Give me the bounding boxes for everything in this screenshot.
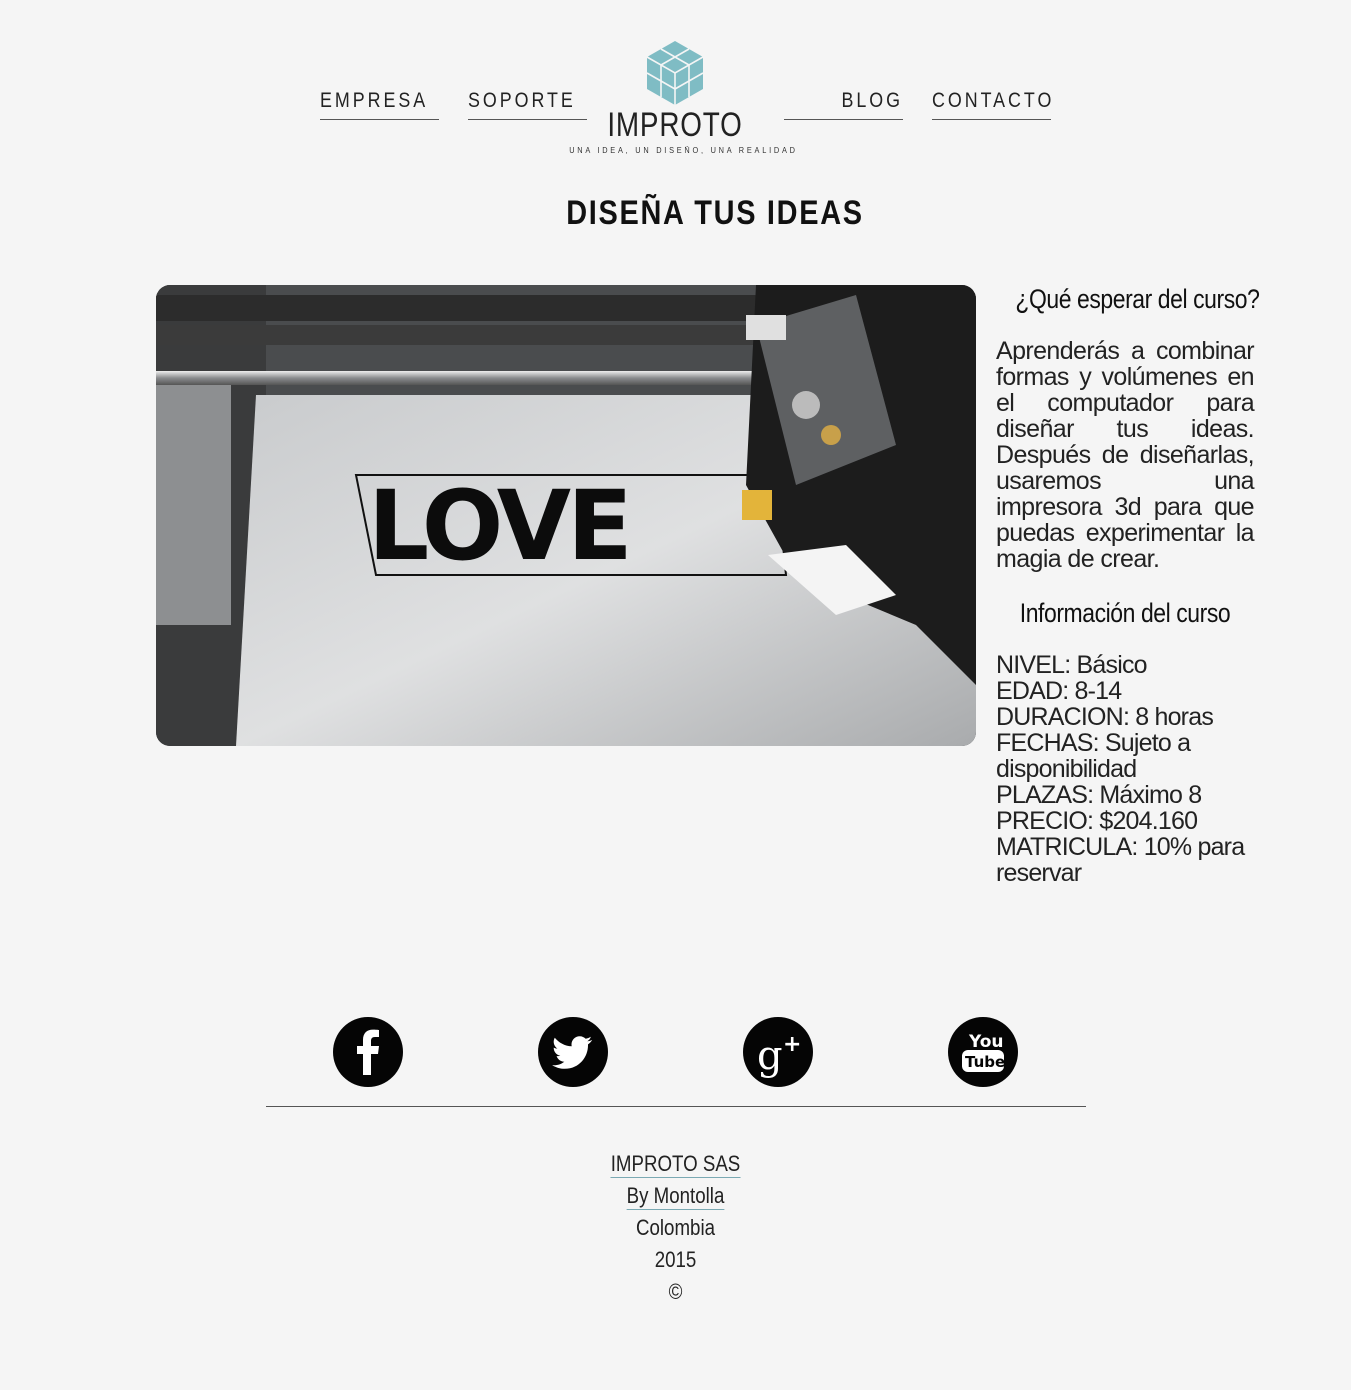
facebook-icon[interactable] bbox=[333, 1017, 403, 1087]
nav-contacto[interactable]: CONTACTO bbox=[932, 86, 1051, 120]
info-nivel: NIVEL: Básico bbox=[996, 651, 1148, 679]
youtube-label-tube: Tube bbox=[965, 1053, 1005, 1071]
youtube-icon[interactable]: You Tube bbox=[948, 1017, 1018, 1087]
footer-divider bbox=[266, 1106, 1086, 1107]
page-title: DISEÑA TUS IDEAS bbox=[566, 194, 864, 232]
info-edad: EDAD: 8-14 bbox=[996, 677, 1122, 705]
logo-tagline: UNA IDEA, UN DISEÑO, UNA REALIDAD bbox=[569, 146, 798, 155]
svg-text:g: g bbox=[757, 1033, 783, 1079]
love-print-text: LOVE bbox=[368, 470, 629, 582]
footer-country: Colombia bbox=[636, 1215, 715, 1240]
course-photo: LOVE bbox=[156, 285, 976, 746]
info-heading: Información del curso bbox=[1019, 598, 1231, 628]
expect-heading: ¿Qué esperar del curso? bbox=[1015, 284, 1260, 314]
logo[interactable]: IMPROTO UNA IDEA, UN DISEÑO, UNA REALIDA… bbox=[560, 40, 798, 160]
course-sidebar: ¿Qué esperar del curso? Aprenderás a com… bbox=[996, 282, 1260, 886]
footer-year: 2015 bbox=[654, 1247, 697, 1272]
info-list: NIVEL: Básico EDAD: 8-14 DURACION: 8 hor… bbox=[996, 652, 1254, 886]
footer-author-link[interactable]: By Montolla bbox=[101, 1180, 1249, 1212]
info-plazas: PLAZAS: Máximo 8 bbox=[996, 781, 1202, 809]
info-fechas: FECHAS: Sujeto a disponibilidad bbox=[996, 729, 1191, 783]
info-matricula: MATRICULA: 10% para reservar bbox=[996, 833, 1245, 887]
twitter-icon[interactable] bbox=[538, 1017, 608, 1087]
logo-name: IMPROTO bbox=[607, 106, 743, 144]
nav-empresa[interactable]: EMPRESA bbox=[320, 86, 439, 120]
info-precio: PRECIO: $204.160 bbox=[996, 807, 1198, 835]
footer-company-link[interactable]: IMPROTO SAS bbox=[101, 1148, 1249, 1180]
info-duracion: DURACION: 8 horas bbox=[996, 703, 1214, 731]
footer: IMPROTO SAS By Montolla Colombia 2015 © bbox=[0, 1148, 1351, 1308]
nav-blog[interactable]: BLOG bbox=[784, 86, 903, 120]
youtube-label-you: You bbox=[968, 1032, 1004, 1052]
google-plus-icon[interactable]: g + bbox=[743, 1017, 813, 1087]
cube-logo-icon bbox=[646, 41, 704, 105]
footer-copyright: © bbox=[668, 1279, 683, 1304]
expect-description: Aprenderás a combinar formas y volúmenes… bbox=[996, 337, 1255, 573]
svg-text:+: + bbox=[783, 1032, 801, 1057]
